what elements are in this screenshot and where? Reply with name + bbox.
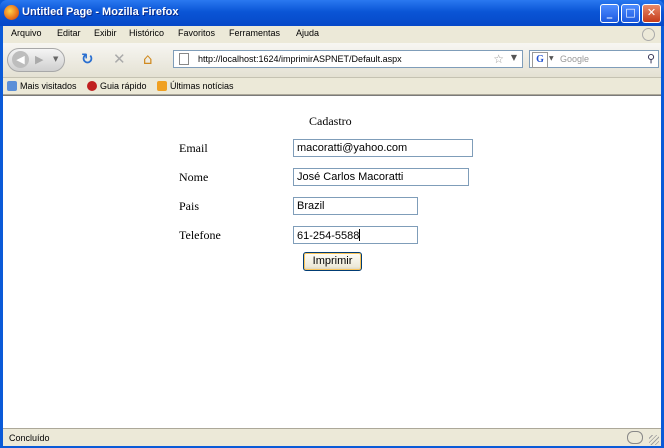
resize-grip[interactable] bbox=[649, 435, 659, 445]
search-placeholder: Google bbox=[560, 54, 590, 64]
menu-favoritos[interactable]: Favoritos bbox=[178, 28, 215, 38]
google-engine-icon[interactable]: G bbox=[532, 52, 548, 68]
telefone-label: Telefone bbox=[179, 228, 221, 242]
engine-dropdown-icon[interactable]: ▼ bbox=[549, 55, 554, 62]
email-field[interactable]: macoratti@yahoo.com bbox=[293, 139, 473, 157]
bookmark-label: Últimas notícias bbox=[170, 81, 234, 91]
email-label: Email bbox=[179, 141, 208, 155]
folder-icon bbox=[7, 81, 17, 91]
firefox-logo-icon bbox=[4, 5, 19, 20]
browser-frame: Arquivo Editar Exibir Histórico Favorito… bbox=[3, 26, 661, 446]
stop-icon[interactable]: ✕ bbox=[113, 50, 126, 68]
pais-field[interactable]: Brazil bbox=[293, 197, 418, 215]
bookmark-label: Guia rápido bbox=[100, 81, 147, 91]
telefone-field[interactable]: 61-254-5588 bbox=[293, 226, 418, 244]
page-content: Cadastro Email macoratti@yahoo.com Nome … bbox=[3, 95, 661, 428]
address-bar[interactable]: http://localhost:1624/imprimirASPNET/Def… bbox=[173, 50, 523, 68]
close-button[interactable]: ✕ bbox=[642, 4, 661, 23]
status-indicator-icon bbox=[627, 431, 643, 444]
maximize-button[interactable]: □ bbox=[621, 4, 640, 23]
bookmark-guia-rapido[interactable]: Guia rápido bbox=[87, 81, 147, 91]
bookmark-label: Mais visitados bbox=[20, 81, 77, 91]
firefox-help-icon bbox=[87, 81, 97, 91]
imprimir-button[interactable]: Imprimir bbox=[303, 252, 362, 271]
form-heading: Cadastro bbox=[309, 114, 352, 128]
window-title: Untitled Page - Mozilla Firefox bbox=[22, 6, 179, 18]
bookmark-mais-visitados[interactable]: Mais visitados bbox=[7, 81, 77, 91]
search-icon[interactable]: ⚲ bbox=[647, 52, 655, 65]
home-icon[interactable]: ⌂ bbox=[143, 50, 153, 68]
menu-ferramentas[interactable]: Ferramentas bbox=[229, 28, 280, 38]
url-text: http://localhost:1624/imprimirASPNET/Def… bbox=[198, 54, 402, 64]
minimize-button[interactable]: _ bbox=[600, 4, 619, 23]
title-bar[interactable]: Untitled Page - Mozilla Firefox _ □ ✕ bbox=[0, 0, 664, 26]
nome-label: Nome bbox=[179, 170, 209, 184]
url-dropdown-icon[interactable]: ▼ bbox=[511, 53, 517, 62]
navigation-toolbar: ◀ ▶ ▼ ↻ ✕ ⌂ http://localhost:1624/imprim… bbox=[3, 43, 661, 78]
page-icon bbox=[179, 53, 189, 65]
menu-historico[interactable]: Histórico bbox=[129, 28, 164, 38]
browser-window: Untitled Page - Mozilla Firefox _ □ ✕ Ar… bbox=[0, 0, 664, 448]
rss-icon bbox=[157, 81, 167, 91]
status-bar: Concluído bbox=[3, 428, 661, 446]
reload-icon[interactable]: ↻ bbox=[81, 50, 94, 68]
menu-editar[interactable]: Editar bbox=[57, 28, 81, 38]
bookmark-ultimas-noticias[interactable]: Últimas notícias bbox=[157, 81, 234, 91]
menu-bar: Arquivo Editar Exibir Histórico Favorito… bbox=[3, 26, 661, 42]
telefone-value: 61-254-5588 bbox=[297, 230, 360, 242]
bookmarks-toolbar: Mais visitados Guia rápido Últimas notíc… bbox=[3, 78, 661, 95]
throbber-icon bbox=[642, 28, 655, 41]
text-caret bbox=[359, 229, 361, 241]
menu-ajuda[interactable]: Ajuda bbox=[296, 28, 319, 38]
back-forward-group: ◀ ▶ ▼ bbox=[7, 48, 65, 72]
bookmark-star-icon[interactable]: ☆ bbox=[493, 52, 504, 66]
pais-label: Pais bbox=[179, 199, 200, 213]
status-text: Concluído bbox=[9, 433, 50, 443]
history-dropdown-icon[interactable]: ▼ bbox=[53, 55, 58, 63]
nome-field[interactable]: José Carlos Macoratti bbox=[293, 168, 469, 186]
back-icon[interactable]: ◀ bbox=[12, 51, 29, 68]
search-box[interactable]: G ▼ Google ⚲ bbox=[529, 50, 659, 68]
forward-icon[interactable]: ▶ bbox=[35, 53, 43, 66]
menu-arquivo[interactable]: Arquivo bbox=[11, 28, 42, 38]
menu-exibir[interactable]: Exibir bbox=[94, 28, 117, 38]
